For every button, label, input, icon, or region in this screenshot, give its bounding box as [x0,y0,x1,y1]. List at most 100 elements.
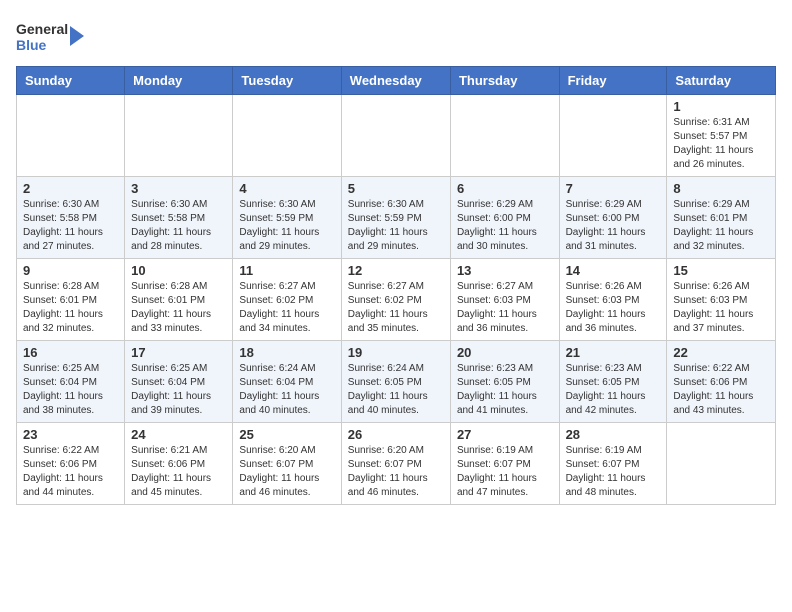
day-number: 19 [348,345,444,360]
day-info: Sunrise: 6:19 AM Sunset: 6:07 PM Dayligh… [566,444,661,500]
calendar-cell: 28 Sunrise: 6:19 AM Sunset: 6:07 PM Dayli… [559,423,667,505]
calendar-cell: 19Sunrise: 6:24 AM Sunset: 6:05 PM Dayli… [341,341,450,423]
calendar-weekday-monday: Monday [125,67,233,95]
calendar-cell [125,95,233,177]
day-info: Sunrise: 6:20 AM Sunset: 6:07 PM Dayligh… [239,444,334,500]
day-number: 6 [457,181,553,196]
day-number: 20 [457,345,553,360]
calendar-table: SundayMondayTuesdayWednesdayThursdayFrid… [16,66,776,505]
day-number: 17 [131,345,226,360]
calendar-cell: 22Sunrise: 6:22 AM Sunset: 6:06 PM Dayli… [667,341,776,423]
day-number: 24 [131,427,226,442]
calendar-weekday-thursday: Thursday [450,67,559,95]
day-info: Sunrise: 6:30 AM Sunset: 5:58 PM Dayligh… [131,198,226,254]
calendar-cell: 12Sunrise: 6:27 AM Sunset: 6:02 PM Dayli… [341,259,450,341]
calendar-cell: 4 Sunrise: 6:30 AM Sunset: 5:59 PM Daylig… [233,177,341,259]
calendar-weekday-friday: Friday [559,67,667,95]
calendar-cell [450,95,559,177]
calendar-cell: 26 Sunrise: 6:20 AM Sunset: 6:07 PM Dayli… [341,423,450,505]
calendar-cell: 18Sunrise: 6:24 AM Sunset: 6:04 PM Dayli… [233,341,341,423]
day-info: Sunrise: 6:22 AM Sunset: 6:06 PM Dayligh… [23,444,118,500]
day-number: 1 [673,99,769,114]
day-info: Sunrise: 6:28 AM Sunset: 6:01 PM Dayligh… [23,280,118,336]
day-number: 13 [457,263,553,278]
day-number: 26 [348,427,444,442]
day-info: Sunrise: 6:23 AM Sunset: 6:05 PM Dayligh… [566,362,661,418]
calendar-cell: 1 Sunrise: 6:31 AM Sunset: 5:57 PM Daylig… [667,95,776,177]
calendar-cell: 20 Sunrise: 6:23 AM Sunset: 6:05 PM Dayli… [450,341,559,423]
day-info: Sunrise: 6:26 AM Sunset: 6:03 PM Dayligh… [566,280,661,336]
calendar-cell: 15Sunrise: 6:26 AM Sunset: 6:03 PM Dayli… [667,259,776,341]
day-number: 3 [131,181,226,196]
day-info: Sunrise: 6:27 AM Sunset: 6:03 PM Dayligh… [457,280,553,336]
calendar-cell: 13 Sunrise: 6:27 AM Sunset: 6:03 PM Dayli… [450,259,559,341]
calendar-weekday-tuesday: Tuesday [233,67,341,95]
day-info: Sunrise: 6:27 AM Sunset: 6:02 PM Dayligh… [239,280,334,336]
calendar-cell: 23 Sunrise: 6:22 AM Sunset: 6:06 PM Dayli… [17,423,125,505]
day-number: 5 [348,181,444,196]
calendar-cell [233,95,341,177]
calendar-weekday-wednesday: Wednesday [341,67,450,95]
svg-text:Blue: Blue [16,37,47,53]
calendar-cell: 16 Sunrise: 6:25 AM Sunset: 6:04 PM Dayli… [17,341,125,423]
calendar-header-row: SundayMondayTuesdayWednesdayThursdayFrid… [17,67,776,95]
day-info: Sunrise: 6:30 AM Sunset: 5:59 PM Dayligh… [239,198,334,254]
day-info: Sunrise: 6:31 AM Sunset: 5:57 PM Dayligh… [673,116,769,172]
day-number: 25 [239,427,334,442]
logo-svg: GeneralBlue [16,16,86,56]
day-number: 8 [673,181,769,196]
day-info: Sunrise: 6:20 AM Sunset: 6:07 PM Dayligh… [348,444,444,500]
calendar-week-row: 2 Sunrise: 6:30 AM Sunset: 5:58 PM Daylig… [17,177,776,259]
calendar-cell: 2Sunrise: 6:30 AM Sunset: 5:58 PM Daylig… [17,177,125,259]
day-info: Sunrise: 6:26 AM Sunset: 6:03 PM Dayligh… [673,280,769,336]
day-number: 2 [23,181,118,196]
day-info: Sunrise: 6:21 AM Sunset: 6:06 PM Dayligh… [131,444,226,500]
calendar-cell [17,95,125,177]
day-number: 21 [566,345,661,360]
day-number: 9 [23,263,118,278]
day-number: 23 [23,427,118,442]
day-number: 27 [457,427,553,442]
calendar-week-row: 9 Sunrise: 6:28 AM Sunset: 6:01 PM Daylig… [17,259,776,341]
calendar-cell: 17 Sunrise: 6:25 AM Sunset: 6:04 PM Dayli… [125,341,233,423]
day-info: Sunrise: 6:28 AM Sunset: 6:01 PM Dayligh… [131,280,226,336]
day-info: Sunrise: 6:25 AM Sunset: 6:04 PM Dayligh… [131,362,226,418]
day-info: Sunrise: 6:23 AM Sunset: 6:05 PM Dayligh… [457,362,553,418]
calendar-weekday-sunday: Sunday [17,67,125,95]
calendar-cell: 7 Sunrise: 6:29 AM Sunset: 6:00 PM Daylig… [559,177,667,259]
calendar-cell [341,95,450,177]
calendar-cell: 6 Sunrise: 6:29 AM Sunset: 6:00 PM Daylig… [450,177,559,259]
day-info: Sunrise: 6:30 AM Sunset: 5:59 PM Dayligh… [348,198,444,254]
day-info: Sunrise: 6:29 AM Sunset: 6:00 PM Dayligh… [457,198,553,254]
calendar-week-row: 1 Sunrise: 6:31 AM Sunset: 5:57 PM Daylig… [17,95,776,177]
logo: GeneralBlue [16,16,86,56]
page-header: GeneralBlue [16,16,776,56]
day-number: 16 [23,345,118,360]
calendar-cell: 24 Sunrise: 6:21 AM Sunset: 6:06 PM Dayli… [125,423,233,505]
day-info: Sunrise: 6:25 AM Sunset: 6:04 PM Dayligh… [23,362,118,418]
calendar-cell: 3 Sunrise: 6:30 AM Sunset: 5:58 PM Daylig… [125,177,233,259]
calendar-cell: 8 Sunrise: 6:29 AM Sunset: 6:01 PM Daylig… [667,177,776,259]
calendar-cell: 11 Sunrise: 6:27 AM Sunset: 6:02 PM Dayli… [233,259,341,341]
calendar-cell: 9 Sunrise: 6:28 AM Sunset: 6:01 PM Daylig… [17,259,125,341]
calendar-week-row: 23 Sunrise: 6:22 AM Sunset: 6:06 PM Dayli… [17,423,776,505]
calendar-cell [667,423,776,505]
calendar-cell [559,95,667,177]
day-info: Sunrise: 6:29 AM Sunset: 6:01 PM Dayligh… [673,198,769,254]
calendar-cell: 5 Sunrise: 6:30 AM Sunset: 5:59 PM Daylig… [341,177,450,259]
day-info: Sunrise: 6:29 AM Sunset: 6:00 PM Dayligh… [566,198,661,254]
calendar-week-row: 16 Sunrise: 6:25 AM Sunset: 6:04 PM Dayli… [17,341,776,423]
calendar-cell: 25 Sunrise: 6:20 AM Sunset: 6:07 PM Dayli… [233,423,341,505]
calendar-cell: 14Sunrise: 6:26 AM Sunset: 6:03 PM Dayli… [559,259,667,341]
day-number: 4 [239,181,334,196]
day-info: Sunrise: 6:27 AM Sunset: 6:02 PM Dayligh… [348,280,444,336]
day-number: 28 [566,427,661,442]
calendar-cell: 21 Sunrise: 6:23 AM Sunset: 6:05 PM Dayli… [559,341,667,423]
day-number: 22 [673,345,769,360]
calendar-weekday-saturday: Saturday [667,67,776,95]
day-info: Sunrise: 6:24 AM Sunset: 6:04 PM Dayligh… [239,362,334,418]
calendar-cell: 10Sunrise: 6:28 AM Sunset: 6:01 PM Dayli… [125,259,233,341]
day-info: Sunrise: 6:19 AM Sunset: 6:07 PM Dayligh… [457,444,553,500]
day-number: 7 [566,181,661,196]
day-number: 11 [239,263,334,278]
